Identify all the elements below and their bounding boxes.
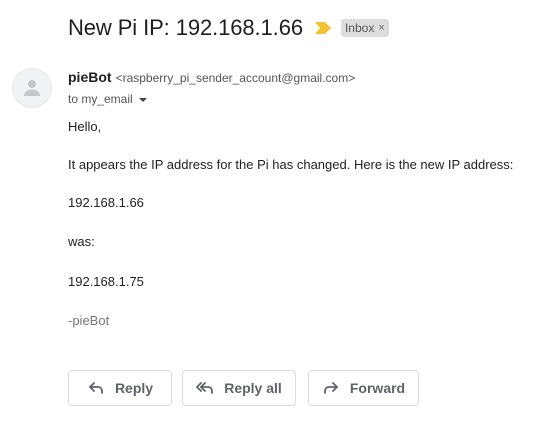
body-was-label: was:	[68, 234, 95, 249]
forward-arrow-icon	[322, 379, 340, 397]
forward-label: Forward	[349, 380, 406, 396]
label-name: Inbox	[344, 21, 375, 35]
reply-label: Reply	[114, 380, 154, 396]
reply-all-arrow-icon	[196, 379, 214, 397]
person-icon	[24, 80, 40, 96]
forward-button[interactable]: Forward	[308, 370, 419, 406]
chevron-down-icon[interactable]	[138, 98, 147, 102]
sender-name[interactable]: pieBot	[68, 69, 112, 85]
reply-all-label: Reply all	[224, 380, 282, 396]
inbox-label-chip: Inbox ×	[340, 19, 389, 37]
reply-arrow-icon	[87, 379, 105, 397]
body-paragraph: It appears the IP address for the Pi has…	[68, 157, 514, 172]
recipient-details-toggle[interactable]: to my_email	[68, 92, 147, 106]
reply-all-button[interactable]: Reply all	[182, 370, 296, 406]
recipient-text: to my_email	[68, 92, 133, 106]
body-old-ip: 192.168.1.75	[68, 274, 144, 289]
sender-row: pieBot <raspberry_pi_sender_account@gmai…	[68, 69, 355, 85]
body-new-ip: 192.168.1.66	[68, 195, 144, 210]
reply-button[interactable]: Reply	[68, 370, 172, 406]
email-subject: New Pi IP: 192.168.1.66	[68, 15, 303, 40]
sender-email: <raspberry_pi_sender_account@gmail.com>	[115, 71, 356, 85]
importance-marker-icon[interactable]	[314, 20, 331, 36]
sender-avatar	[12, 68, 52, 108]
subject-row: New Pi IP: 192.168.1.66 Inbox ×	[68, 12, 389, 44]
remove-label-button[interactable]: ×	[378, 22, 384, 34]
body-greeting: Hello,	[68, 119, 102, 134]
body-signature: -pieBot	[68, 313, 110, 328]
